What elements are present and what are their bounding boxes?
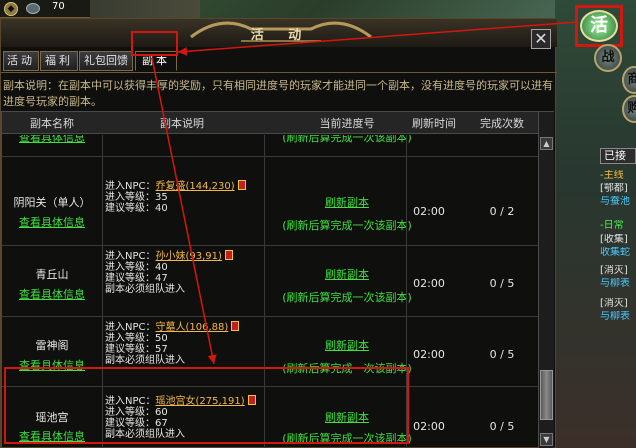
view-details-link[interactable]: 查看具体信息 xyxy=(2,135,102,145)
refresh-dungeon-link[interactable]: 刷新副本 xyxy=(272,337,422,353)
battle-button[interactable]: 战 xyxy=(594,44,622,72)
entry-level: 进入等级：35 xyxy=(105,192,168,203)
ticket-icon[interactable] xyxy=(231,321,240,331)
table-row: 阴阳关（单人） 查看具体信息 进入NPC：乔复盛(144,230) 进入等级：3… xyxy=(2,174,538,246)
refresh-time: 02:00 xyxy=(413,205,445,218)
complete-count: 0 / 5 xyxy=(489,420,515,433)
suggest-level: 建议等级：47 xyxy=(105,273,168,284)
scrollbar[interactable]: ▲ ▼ xyxy=(538,112,554,448)
refresh-dungeon-link[interactable]: 刷新副本 xyxy=(272,194,422,210)
dungeon-tab-highlight xyxy=(131,31,178,56)
dungeon-name: 雷神阁 xyxy=(35,339,69,352)
refresh-time: 02:00 xyxy=(413,348,445,361)
tab-gift-pack[interactable]: 礼包回馈 xyxy=(79,51,133,71)
complete-count: 0 / 5 xyxy=(489,277,515,290)
npc-prefix: 进入NPC： xyxy=(105,322,156,333)
quest-line[interactable]: 收集蛇 xyxy=(600,247,636,259)
hud-badge-icon[interactable]: ◆ xyxy=(4,2,18,16)
complete-count: 0 / 5 xyxy=(489,348,515,361)
dungeon-info: 进入NPC：守墓人(106,88) 进入等级：50 建议等级：57 副本必须组队… xyxy=(105,321,275,366)
npc-link[interactable]: 孙小妹(93,91) xyxy=(156,251,222,262)
hud-bar: ◆ 70 xyxy=(0,0,90,18)
refresh-time: 02:00 xyxy=(413,420,445,433)
team-requirement: 副本必须组队进入 xyxy=(105,284,185,295)
refresh-time: 02:00 xyxy=(413,277,445,290)
dungeon-description: 副本说明：在副本中可以获得丰厚的奖励，只有相同进度号的玩家才能进同一个副本，没有… xyxy=(3,79,553,108)
dungeon-info: 进入NPC：孙小妹(93,91) 进入等级：40 建议等级：47 副本必须组队进… xyxy=(105,250,275,295)
yaochi-row-highlight xyxy=(4,367,409,444)
npc-prefix: 进入NPC： xyxy=(105,251,156,262)
dungeon-name: 青丘山 xyxy=(35,268,69,281)
header-dungeon-name: 副本名称 xyxy=(30,117,74,130)
refresh-dungeon-link[interactable]: 刷新副本 xyxy=(272,266,422,282)
table-row-partial: 查看具体信息 (刷新后算完成一次该副本) xyxy=(2,135,538,157)
dungeon-info: 进入NPC：乔复盛(144,230) 进入等级：35 建议等级：40 xyxy=(105,180,275,214)
quest-line[interactable]: 与柳表 xyxy=(600,311,636,323)
suggest-level: 建议等级：40 xyxy=(105,203,168,214)
ticket-icon[interactable] xyxy=(224,250,233,260)
header-dungeon-desc: 副本说明 xyxy=(160,117,204,130)
dialog-title-bar[interactable]: 活 动 ✕ xyxy=(1,19,557,49)
quest-line[interactable]: 与柳表 xyxy=(600,278,636,290)
quest-line[interactable]: [消灭] xyxy=(600,298,636,310)
table-row: 青丘山 查看具体信息 进入NPC：孙小妹(93,91) 进入等级：40 建议等级… xyxy=(2,246,538,317)
close-button[interactable]: ✕ xyxy=(531,29,551,49)
accepted-quests-tab[interactable]: 已接 xyxy=(600,148,636,164)
player-level: 70 xyxy=(52,1,65,12)
tab-welfare[interactable]: 福利 xyxy=(40,51,78,71)
ticket-icon[interactable] xyxy=(237,180,246,190)
activity-button-highlight xyxy=(575,5,623,47)
quest-line[interactable]: -日常 xyxy=(600,220,636,232)
quest-line[interactable]: [收集] xyxy=(600,234,636,246)
quest-line[interactable]: -主线 xyxy=(600,170,636,182)
view-details-link[interactable]: 查看具体信息 xyxy=(2,214,102,230)
tab-bar: 活动 福利 礼包回馈 副本 xyxy=(1,51,557,73)
view-details-link[interactable]: 查看具体信息 xyxy=(2,286,102,302)
quest-line[interactable]: [消灭] xyxy=(600,265,636,277)
team-requirement: 副本必须组队进入 xyxy=(105,355,185,366)
table-header: 副本名称 副本说明 当前进度号 刷新时间 完成次数 xyxy=(2,112,538,134)
quest-line[interactable]: 与蚕池 xyxy=(600,196,636,208)
npc-prefix: 进入NPC： xyxy=(105,181,156,192)
complete-count: 0 / 2 xyxy=(489,205,515,218)
scroll-up-arrow-icon[interactable]: ▲ xyxy=(540,137,553,150)
header-complete-count: 完成次数 xyxy=(480,117,524,130)
eye-icon[interactable] xyxy=(26,3,40,14)
npc-link[interactable]: 守墓人(106,88) xyxy=(156,322,229,333)
entry-level: 进入等级：50 xyxy=(105,333,168,344)
dialog-title: 活 动 xyxy=(250,28,312,43)
game-scene: ◆ 70 活 战 商 购 已接 -主线 [鄂都] 与蚕池 -日常 [收集] 收集… xyxy=(0,0,636,448)
scroll-down-arrow-icon[interactable]: ▼ xyxy=(540,433,553,446)
dungeon-name: 阴阳关（单人） xyxy=(13,196,91,209)
scroll-thumb[interactable] xyxy=(540,370,553,420)
tab-activity[interactable]: 活动 xyxy=(3,51,39,71)
quest-line[interactable]: [鄂都] xyxy=(600,183,636,195)
npc-link[interactable]: 乔复盛(144,230) xyxy=(156,181,235,192)
suggest-level: 建议等级：57 xyxy=(105,344,168,355)
entry-level: 进入等级：40 xyxy=(105,262,168,273)
header-refresh-time: 刷新时间 xyxy=(412,117,456,130)
